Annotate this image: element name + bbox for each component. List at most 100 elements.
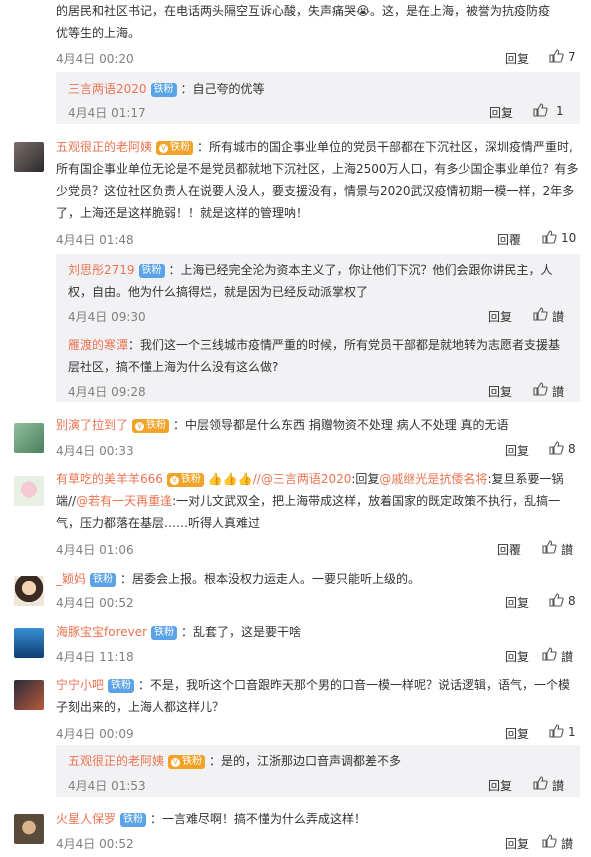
reply-button[interactable]: 回覆 [497, 541, 521, 558]
comment-time: 4月4日 00:33 [56, 444, 134, 458]
reply-button[interactable]: 回复 [505, 835, 529, 852]
username-link[interactable]: 别演了拉到了 [56, 418, 128, 432]
comment-text-line: 端//@若有一天再重逢:一对儿文武双全，把上海带成这样，放着国家的既定政策不执行… [56, 494, 561, 508]
username-link[interactable]: 海豚宝宝forever [56, 625, 147, 639]
fan-badge: 铁粉 [90, 573, 117, 587]
username-link[interactable]: 五观很正的老阿姨 [56, 140, 152, 154]
username-link[interactable]: _颖妈 [56, 572, 86, 586]
comment-time: 4月4日 00:09 [56, 727, 134, 741]
username-link[interactable]: 刘思彤2719 [68, 263, 135, 277]
comment-text-line: 有草吃的美羊羊666 V 铁粉 👍👍👍//@三言两语2020:回复@戚继光是抗倭名将:… [56, 472, 564, 487]
avatar[interactable] [14, 814, 44, 844]
avatar[interactable] [14, 576, 44, 606]
avatar[interactable] [14, 142, 44, 172]
like-icon[interactable] [548, 592, 564, 608]
sub-reply-line: 权，自由。他为什么搞得烂，就是因为已经反动派掌权了 [68, 285, 369, 299]
sub-reply-line: 刘思彤2719 铁粉 ：上海已经完全沦为资本主义了，你让他们下沉？他们会跟你讲民主，… [68, 263, 553, 278]
username-link[interactable]: 三言两语2020 [68, 82, 147, 96]
username-link[interactable]: 五观很正的老阿姨 [68, 754, 164, 768]
comment-text-line: 气，压力都落在基层……听得人真难过 [56, 516, 261, 530]
comment-text-line: 的居民和社区书记，在电话两头隔空互诉心酸，失声痛哭😭。这，是在上海，被誉为抗疫防… [56, 4, 551, 18]
comment-time: 4月4日 01:17 [68, 106, 146, 120]
like-icon[interactable] [541, 833, 557, 849]
fan-badge: 铁粉 [151, 626, 178, 640]
fan-badge: V 铁粉 [166, 473, 204, 487]
like-count: 7 [568, 50, 576, 64]
avatar[interactable] [14, 423, 44, 453]
like-icon[interactable] [548, 723, 564, 739]
sub-reply-line: 三言两语2020 铁粉 ：自己夸的优等 [68, 78, 265, 100]
comment-time: 4月4日 01:48 [56, 233, 134, 247]
like-count: 8 [568, 594, 576, 608]
mention-link[interactable]: @戚继光是抗倭名将 [379, 472, 487, 486]
comment-text-line: 优等生的上海。 [56, 26, 141, 40]
username-link[interactable]: 有草吃的美羊羊666 [56, 472, 163, 486]
comment-text-line: 宁宁小吧 铁粉 ：不是，我听这个口音跟昨天那个男的口音一模一样呢？说话逻辑，语气，一… [56, 678, 571, 693]
avatar[interactable] [14, 476, 44, 506]
comment-text-line: _颖妈 铁粉 ：居委会上报。根本没权力运走人。一要只能听上级的。 [56, 572, 421, 587]
like-count: 1 [568, 725, 576, 739]
like-icon[interactable] [541, 539, 557, 555]
comment-text-line: 所有国企事业单位无论是不是党员都就地下沉社区，上海2500万人口，有多少国企事业… [56, 162, 579, 176]
comment-time: 4月4日 11:18 [56, 650, 134, 664]
comment-time: 4月4日 00:52 [56, 837, 134, 851]
comment-time: 4月4日 09:30 [68, 310, 146, 324]
comment-text-line: 海豚宝宝forever 铁粉 ：乱套了，这是要干啥 [56, 625, 302, 640]
sub-reply-line: 五观很正的老阿姨 V 铁粉 ：是的，江浙那边口音声调都差不多 [68, 754, 402, 769]
comment-time: 4月4日 01:53 [68, 779, 146, 793]
like-count: 讃 [561, 543, 574, 557]
like-icon[interactable] [541, 229, 557, 245]
reply-button[interactable]: 回复 [505, 50, 529, 67]
comment-text-line: 了，上海还是这样脆弱！！就是这样的管理呐！ [56, 206, 309, 220]
reply-button[interactable]: 回复 [488, 383, 512, 400]
comment-time: 4月4日 00:20 [56, 52, 134, 66]
like-count: 讃 [552, 779, 565, 793]
like-count: 1 [556, 104, 564, 118]
like-count: 讃 [552, 385, 565, 399]
like-icon[interactable] [532, 102, 548, 118]
avatar[interactable] [14, 680, 44, 710]
reply-button[interactable]: 回复 [505, 442, 529, 459]
reply-button[interactable]: 回复 [505, 725, 529, 742]
like-icon[interactable] [548, 48, 564, 64]
username-link[interactable]: 宁宁小吧 [56, 678, 104, 692]
like-count: 8 [568, 442, 576, 456]
mention-link[interactable]: @若有一天再重逢 [76, 494, 172, 508]
username-link[interactable]: 雁渡的寒潭 [68, 338, 128, 352]
fan-badge: 铁粉 [138, 264, 165, 278]
like-icon[interactable] [532, 306, 548, 322]
reply-button[interactable]: 回覆 [497, 231, 521, 248]
fan-badge: V 铁粉 [156, 141, 194, 155]
comment-time: 4月4日 09:28 [68, 385, 146, 399]
username-link[interactable]: 火星人保罗 [56, 812, 116, 826]
reply-text: ：自己夸的优等 [180, 82, 265, 96]
reply-button[interactable]: 回复 [488, 777, 512, 794]
like-count: 讃 [552, 310, 565, 324]
comment-text-line: 别演了拉到了 V 铁粉 ：中层领导都是什么东西 捐赠物资不处理 病人不处理 真的无语 [56, 418, 509, 433]
comment-text-line: 子刻出来的，上海人都这样儿？ [56, 700, 225, 714]
reply-button[interactable]: 回复 [505, 594, 529, 611]
fan-badge: 铁粉 [150, 83, 177, 97]
reply-button[interactable]: 回复 [489, 104, 513, 121]
fan-badge: V 铁粉 [168, 755, 206, 769]
like-icon[interactable] [548, 440, 564, 456]
avatar[interactable] [14, 628, 44, 658]
comment-time: 4月4日 00:52 [56, 596, 134, 610]
like-count: 讃 [561, 650, 574, 664]
like-icon[interactable] [532, 381, 548, 397]
mention-link[interactable]: //@三言两语2020 [253, 472, 352, 486]
reply-button[interactable]: 回复 [505, 648, 529, 665]
like-icon[interactable] [532, 775, 548, 791]
comment-text-line: 火星人保罗 铁粉 ：一言难尽啊！搞不懂为什么弄成这样！ [56, 812, 367, 827]
like-count: 10 [561, 231, 577, 245]
comment-text-line: 少党员？这位社区负责人在说要人没人，要支援没有，情景与2020武汉疫情初期一模一… [56, 184, 575, 198]
thumbs-emoji: 👍👍👍 [207, 472, 253, 486]
fan-badge: 铁粉 [120, 813, 147, 827]
like-icon[interactable] [541, 646, 557, 662]
fan-badge: V 铁粉 [132, 419, 170, 433]
sub-reply-line: 层社区，搞不懂上海为什么没有这么做? [68, 360, 279, 374]
comment-text-line: 五观很正的老阿姨 V 铁粉 ：所有城市的国企事业单位的党员干部都在下沉社区，深圳疫情严… [56, 140, 573, 155]
comment-time: 4月4日 01:06 [56, 543, 134, 557]
reply-button[interactable]: 回复 [488, 308, 512, 325]
fan-badge: 铁粉 [108, 679, 135, 693]
